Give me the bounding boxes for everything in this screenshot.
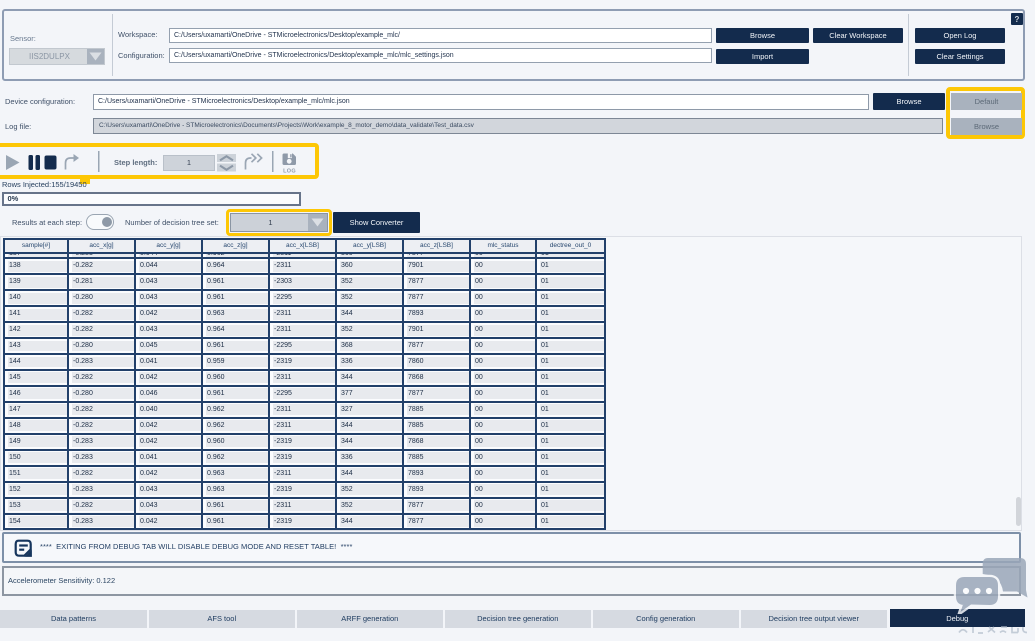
svg-text:LOG: LOG xyxy=(283,169,296,175)
